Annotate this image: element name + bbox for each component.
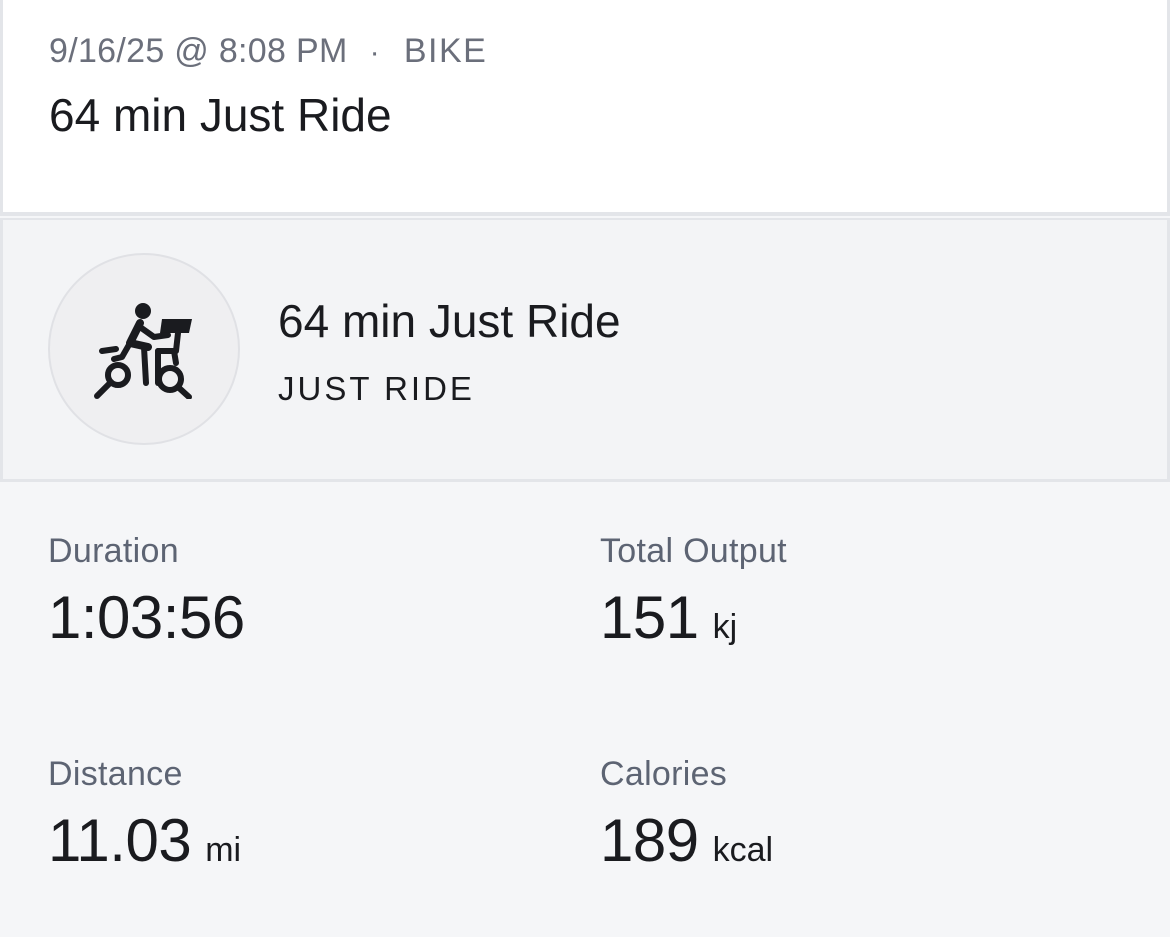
workout-title: 64 min Just Ride	[49, 89, 392, 141]
stat-unit-total-output: kj	[712, 608, 738, 646]
meta-separator: ·	[369, 36, 380, 69]
stat-label-total-output: Total Output	[600, 532, 787, 570]
stat-label-distance: Distance	[48, 755, 183, 793]
stat-unit-distance: mi	[205, 831, 242, 869]
stat-total-output: Total Output 151 kj	[600, 532, 787, 652]
stat-unit-calories: kcal	[712, 831, 774, 869]
stat-value-total-output: 151	[600, 584, 699, 651]
stat-label-duration: Duration	[48, 532, 179, 570]
class-card[interactable]: 64 min Just Ride JUST RIDE	[0, 218, 1170, 482]
class-type: JUST RIDE	[278, 370, 475, 407]
bike-rider-icon	[94, 303, 192, 399]
workout-date: 9/16/25 @ 8:08 PM	[49, 32, 348, 70]
stat-distance: Distance 11.03 mi	[48, 755, 241, 875]
stat-duration: Duration 1:03:56	[48, 532, 245, 652]
class-title: 64 min Just Ride	[278, 295, 621, 347]
stat-value-distance: 11.03	[48, 807, 192, 874]
class-icon-circle	[48, 253, 240, 445]
workout-meta-line: 9/16/25 @ 8:08 PM · BIKE	[49, 32, 487, 71]
stat-label-calories: Calories	[600, 755, 728, 793]
workout-header-card: 9/16/25 @ 8:08 PM · BIKE 64 min Just Ride	[0, 0, 1170, 216]
workout-discipline: BIKE	[403, 32, 488, 70]
stat-calories: Calories 189 kcal	[600, 755, 773, 875]
stat-value-calories: 189	[600, 807, 699, 874]
stat-value-duration: 1:03:56	[48, 584, 245, 651]
